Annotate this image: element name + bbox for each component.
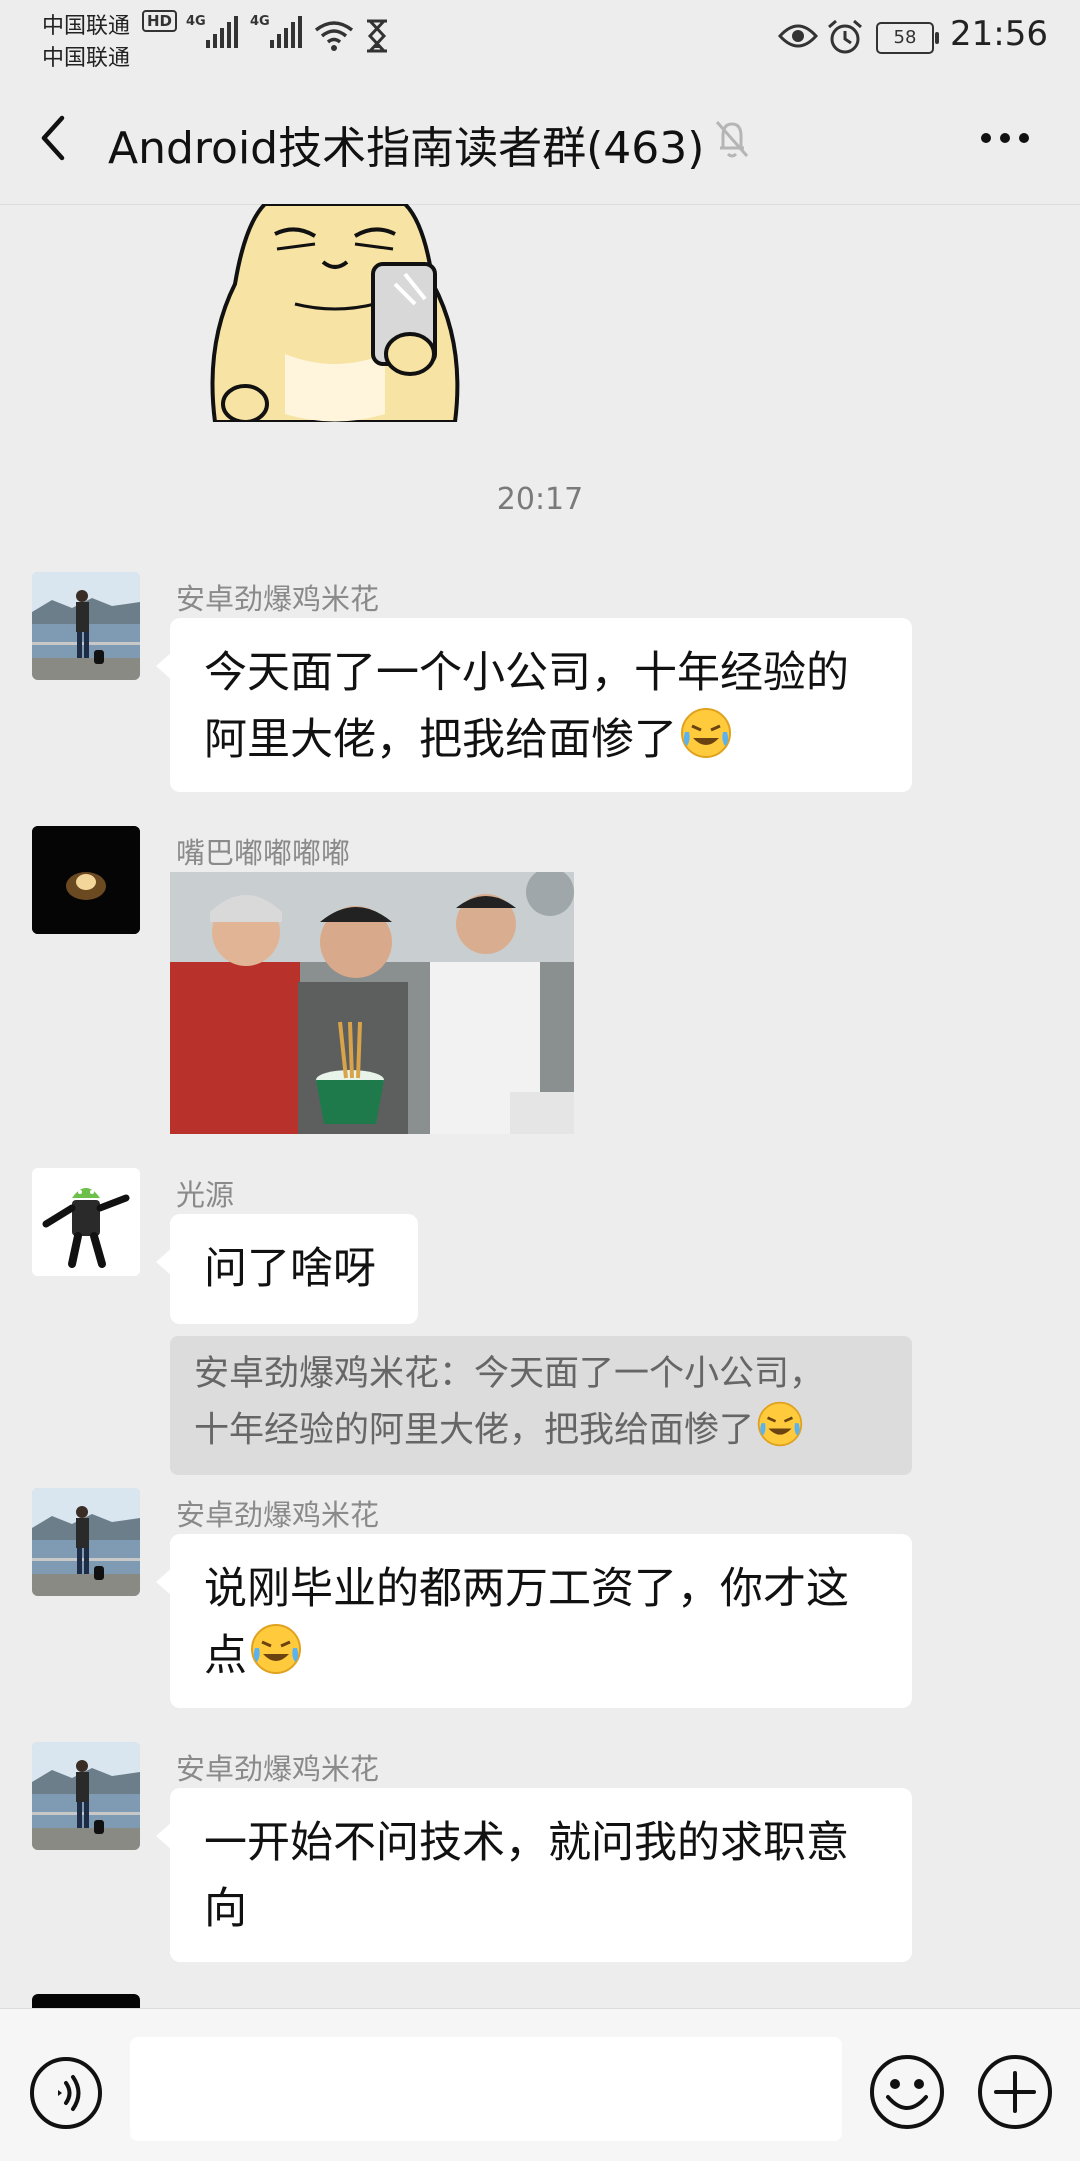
message-text: 今天面了一个小公司，十年经验的 bbox=[204, 648, 849, 698]
message-text: 一开始不问技术，就问我的求职意 bbox=[204, 1818, 849, 1868]
status-time: 21:56 bbox=[950, 14, 1048, 54]
page-title: Android技术指南读者群(463) bbox=[108, 123, 705, 174]
message-bubble[interactable]: 问了啥呀 bbox=[156, 1214, 418, 1324]
mute-bell-icon bbox=[715, 121, 749, 158]
avatar[interactable] bbox=[32, 1994, 140, 2008]
wifi-icon bbox=[314, 21, 354, 51]
voice-icon[interactable] bbox=[28, 2055, 104, 2131]
message-text: 阿里大佬，把我给面惨了 bbox=[204, 715, 677, 765]
message-input[interactable] bbox=[130, 2037, 842, 2141]
quoted-reply[interactable]: 安卓劲爆鸡米花：今天面了一个小公司， 十年经验的阿里大佬，把我给面惨了 bbox=[170, 1336, 912, 1475]
input-bar bbox=[0, 2008, 1080, 2161]
status-bar: 中国联通 中国联通 HD 4G 4G 58 21:56 bbox=[0, 0, 1080, 72]
laughing-crying-emoji-icon bbox=[756, 1400, 804, 1463]
laughing-crying-emoji-icon bbox=[249, 1622, 303, 1695]
battery-icon: 58 bbox=[876, 22, 939, 54]
sender-name: 嘴巴嘟嘟嘟嘟 bbox=[176, 836, 351, 870]
network-type-1: 4G bbox=[186, 14, 206, 29]
hourglass-icon bbox=[367, 19, 387, 53]
chat-header: Android技术指南读者群(463) bbox=[0, 72, 1080, 205]
quoted-text: 十年经验的阿里大佬，把我给面惨了 bbox=[194, 1410, 755, 1451]
sender-name: 安卓劲爆鸡米花 bbox=[176, 582, 380, 616]
more-dots-icon[interactable] bbox=[970, 108, 1040, 168]
avatar[interactable] bbox=[32, 1168, 140, 1276]
message-text: 说刚毕业的都两万工资了，你才这 bbox=[204, 1564, 849, 1614]
avatar[interactable] bbox=[32, 826, 140, 934]
carrier-label-2: 中国联通 bbox=[42, 46, 131, 71]
avatar[interactable] bbox=[32, 1742, 140, 1850]
message-text: 点 bbox=[204, 1631, 247, 1681]
message-text: 向 bbox=[204, 1884, 247, 1934]
sender-name: 安卓劲爆鸡米花 bbox=[176, 1752, 380, 1786]
message-bubble[interactable]: 一开始不问技术，就问我的求职意 向 bbox=[156, 1788, 912, 1962]
cat-sticker-image[interactable] bbox=[205, 204, 465, 422]
eye-icon bbox=[778, 24, 818, 48]
avatar[interactable] bbox=[32, 572, 140, 680]
back-arrow-icon[interactable] bbox=[30, 108, 80, 168]
chat-timestamp: 20:17 bbox=[496, 482, 584, 517]
sender-name: 光源 bbox=[176, 1178, 235, 1212]
hd-badge: HD bbox=[142, 10, 178, 32]
plus-icon[interactable] bbox=[976, 2053, 1054, 2131]
message-bubble[interactable]: 说刚毕业的都两万工资了，你才这 点 bbox=[156, 1534, 912, 1708]
laughing-crying-emoji-icon bbox=[679, 706, 733, 779]
quoted-text: 安卓劲爆鸡米花：今天面了一个小公司， bbox=[194, 1354, 825, 1394]
emoji-icon[interactable] bbox=[868, 2053, 946, 2131]
photo-message[interactable] bbox=[170, 872, 574, 1134]
alarm-icon bbox=[828, 19, 862, 54]
carrier-label-1: 中国联通 bbox=[42, 14, 131, 39]
avatar[interactable] bbox=[32, 1488, 140, 1596]
message-text: 问了啥呀 bbox=[204, 1244, 376, 1294]
sender-name: 安卓劲爆鸡米花 bbox=[176, 1498, 380, 1532]
chat-message-list[interactable]: 20:17 安卓劲爆鸡米花 今天面了一个小公司，十年经验的 阿里大佬，把我给面惨… bbox=[0, 204, 1080, 2008]
message-bubble[interactable]: 今天面了一个小公司，十年经验的 阿里大佬，把我给面惨了 bbox=[156, 618, 912, 792]
network-type-2: 4G bbox=[250, 14, 270, 29]
